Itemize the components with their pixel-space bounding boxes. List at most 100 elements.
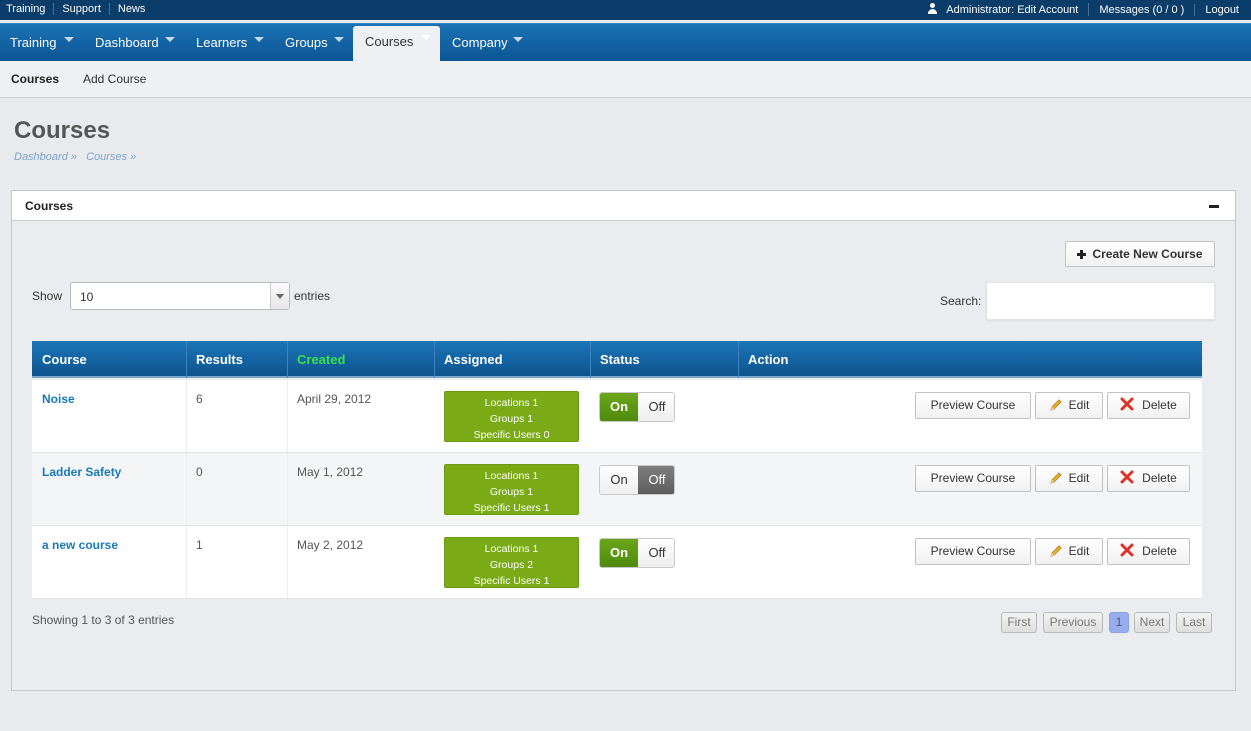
chevron-down-icon	[421, 35, 431, 40]
entries-select[interactable]: 10	[70, 282, 290, 310]
created-date: April 29, 2012	[297, 392, 372, 406]
column-assigned[interactable]: Assigned	[444, 352, 503, 367]
edit-label: Edit	[1068, 471, 1090, 485]
chevron-down-icon	[64, 37, 74, 42]
pager-next[interactable]: Next	[1134, 612, 1170, 633]
courses-panel: Courses Create New Course Show 10 entrie…	[11, 190, 1236, 691]
preview-course-button[interactable]: Preview Course	[915, 465, 1031, 492]
created-date: May 2, 2012	[297, 538, 364, 552]
entries-select-value: 10	[80, 290, 94, 304]
main-navigation: Training Dashboard Learners Groups Cours…	[0, 23, 1251, 62]
breadcrumb-dashboard[interactable]: Dashboard »	[14, 151, 77, 163]
preview-course-button[interactable]: Preview Course	[915, 538, 1031, 565]
page-title: Courses	[14, 117, 111, 144]
edit-button[interactable]: Edit	[1035, 392, 1103, 419]
nav-tab-courses[interactable]: Courses	[353, 26, 440, 62]
cell-divider	[186, 453, 187, 525]
column-status[interactable]: Status	[600, 352, 640, 367]
table-row: a new course 1 May 2, 2012 Locations 1 G…	[32, 526, 1202, 599]
assigned-locations: Locations 1	[484, 397, 539, 409]
course-link[interactable]: a new course	[42, 538, 118, 552]
pager-previous[interactable]: Previous	[1043, 612, 1103, 633]
close-icon	[1120, 470, 1134, 484]
create-new-course-button[interactable]: Create New Course	[1065, 241, 1215, 267]
close-icon	[1120, 543, 1134, 557]
cell-divider	[287, 380, 288, 452]
entries-label: entries	[294, 289, 331, 303]
nav-tab-label: Courses	[365, 34, 414, 49]
edit-account-link[interactable]: Administrator: Edit Account	[917, 3, 1090, 16]
column-divider	[186, 341, 187, 378]
pencil-icon	[1050, 399, 1062, 411]
toggle-off[interactable]: Off	[638, 393, 674, 421]
status-toggle[interactable]: On Off	[599, 538, 675, 568]
pager-first[interactable]: First	[1001, 612, 1037, 633]
nav-tab-training[interactable]: Training	[0, 24, 84, 61]
nav-tab-label: Company	[452, 35, 508, 50]
messages-link[interactable]: Messages (0 / 0 )	[1089, 3, 1196, 16]
column-divider	[287, 341, 288, 378]
collapse-icon[interactable]	[1209, 205, 1219, 208]
news-link[interactable]: News	[118, 3, 154, 15]
cell-divider	[287, 453, 288, 525]
pager-last[interactable]: Last	[1176, 612, 1212, 633]
pencil-icon	[1050, 545, 1062, 557]
chevron-down-icon	[270, 283, 289, 309]
edit-label: Edit	[1068, 544, 1090, 558]
pencil-icon	[1050, 472, 1062, 484]
delete-label: Delete	[1142, 398, 1177, 412]
column-course[interactable]: Course	[42, 352, 87, 367]
assigned-badge[interactable]: Locations 1 Groups 2 Specific Users 1	[444, 537, 579, 588]
toggle-on[interactable]: On	[600, 393, 638, 421]
support-link[interactable]: Support	[62, 3, 110, 15]
nav-tab-label: Groups	[285, 35, 328, 50]
table-row: Noise 6 April 29, 2012 Locations 1 Group…	[32, 380, 1202, 453]
assigned-badge[interactable]: Locations 1 Groups 1 Specific Users 1	[444, 464, 579, 515]
status-toggle[interactable]: On Off	[599, 465, 675, 495]
assigned-locations: Locations 1	[484, 470, 539, 482]
nav-tab-label: Dashboard	[95, 35, 159, 50]
delete-button[interactable]: Delete	[1107, 538, 1190, 565]
search-input[interactable]	[986, 282, 1215, 320]
subnav-courses[interactable]: Courses	[11, 72, 59, 86]
nav-tab-groups[interactable]: Groups	[275, 24, 353, 61]
panel-header: Courses	[12, 191, 1235, 221]
results-count: 1	[196, 538, 203, 552]
chevron-down-icon	[165, 37, 175, 42]
created-date: May 1, 2012	[297, 465, 364, 479]
nav-tab-learners[interactable]: Learners	[186, 24, 274, 61]
account-label: Administrator: Edit Account	[946, 4, 1079, 16]
nav-tab-label: Training	[10, 35, 57, 50]
breadcrumb-courses[interactable]: Courses »	[86, 151, 136, 163]
delete-label: Delete	[1142, 471, 1177, 485]
results-count: 6	[196, 392, 203, 406]
delete-button[interactable]: Delete	[1107, 465, 1190, 492]
table-header: Course Results Created Assigned Status A…	[32, 341, 1202, 378]
create-label: Create New Course	[1092, 247, 1203, 261]
assigned-groups: Groups 1	[489, 486, 534, 498]
toggle-off[interactable]: Off	[638, 466, 674, 494]
column-created[interactable]: Created	[297, 352, 345, 367]
toggle-on[interactable]: On	[600, 539, 638, 567]
training-link[interactable]: Training	[6, 3, 55, 15]
nav-tab-company[interactable]: Company	[442, 24, 532, 61]
toggle-on[interactable]: On	[600, 466, 638, 494]
preview-course-button[interactable]: Preview Course	[915, 392, 1031, 419]
pager-page-1[interactable]: 1	[1109, 612, 1129, 633]
chevron-down-icon	[513, 37, 523, 42]
course-link[interactable]: Ladder Safety	[42, 465, 121, 479]
plus-icon	[1077, 250, 1087, 259]
logout-link[interactable]: Logout	[1195, 4, 1239, 16]
course-link[interactable]: Noise	[42, 392, 75, 406]
toggle-off[interactable]: Off	[638, 539, 674, 567]
nav-tab-dashboard[interactable]: Dashboard	[85, 24, 185, 61]
column-results[interactable]: Results	[196, 352, 243, 367]
delete-button[interactable]: Delete	[1107, 392, 1190, 419]
nav-tab-label: Learners	[196, 35, 248, 50]
edit-button[interactable]: Edit	[1035, 465, 1103, 492]
assigned-badge[interactable]: Locations 1 Groups 1 Specific Users 0	[444, 391, 579, 442]
subnav-add-course[interactable]: Add Course	[83, 72, 146, 86]
assigned-users: Specific Users 1	[473, 502, 550, 514]
status-toggle[interactable]: On Off	[599, 392, 675, 422]
edit-button[interactable]: Edit	[1035, 538, 1103, 565]
